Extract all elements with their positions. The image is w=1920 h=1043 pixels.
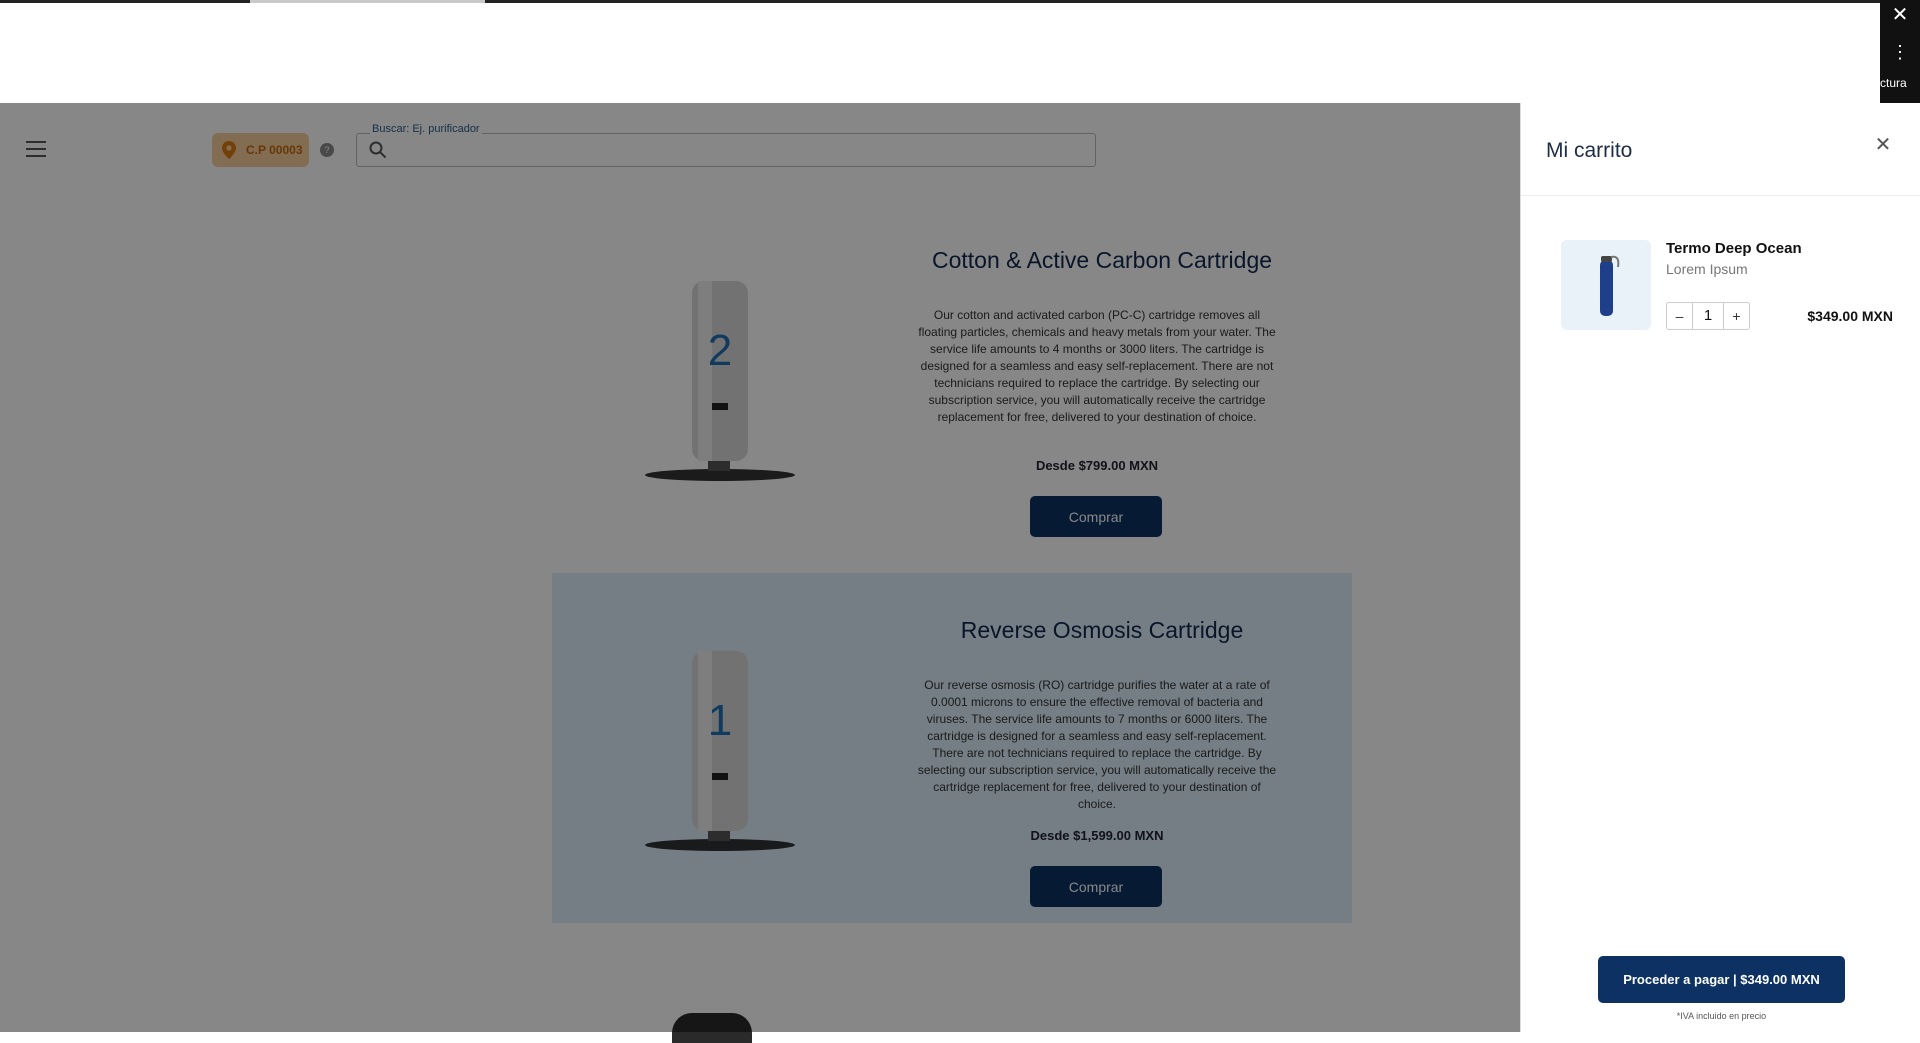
checkout-button[interactable]: Proceder a pagar | $349.00 MXN <box>1598 956 1845 1003</box>
increase-quantity-button[interactable]: + <box>1723 303 1749 329</box>
cart-item-name: Termo Deep Ocean <box>1666 240 1802 257</box>
modal-overlay[interactable] <box>0 103 1520 1032</box>
cart-title: Mi carrito <box>1546 139 1633 162</box>
cart-item-image <box>1561 240 1651 330</box>
cart-item-price: $349.00 MXN <box>1807 308 1893 324</box>
close-icon[interactable]: ✕ <box>1880 2 1920 27</box>
top-blank-area <box>0 3 1880 103</box>
cart-drawer: Mi carrito ✕ Termo Deep Ocean Lorem Ipsu… <box>1520 103 1920 1032</box>
decrease-quantity-button[interactable]: – <box>1667 303 1693 329</box>
side-toolbar-text: ctura <box>1880 76 1907 90</box>
close-cart-icon[interactable]: ✕ <box>1873 135 1893 155</box>
tax-note: *IVA incluido en precio <box>1676 1011 1767 1021</box>
divider <box>1521 195 1920 196</box>
more-options-icon[interactable]: ⋮ <box>1880 42 1920 63</box>
quantity-value[interactable]: 1 <box>1693 303 1723 329</box>
cart-item-subtitle: Lorem Ipsum <box>1666 261 1748 277</box>
side-toolbar: ✕ ⋮ ctura <box>1880 0 1920 103</box>
quantity-stepper: – 1 + <box>1666 302 1750 330</box>
